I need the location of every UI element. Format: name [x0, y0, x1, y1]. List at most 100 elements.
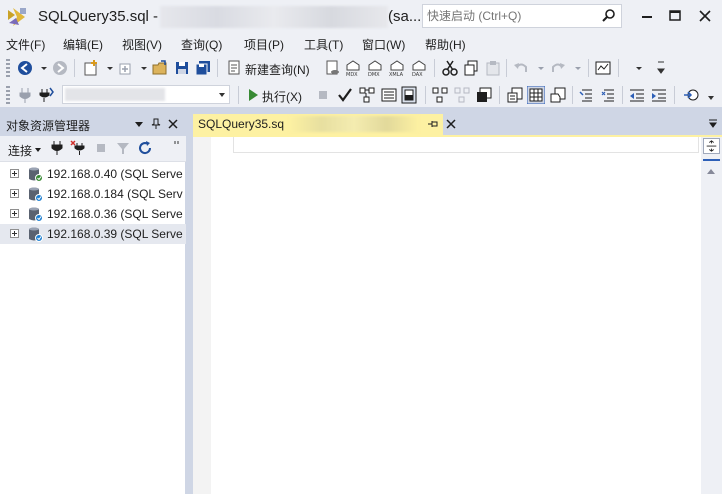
search-icon[interactable] — [601, 8, 617, 24]
menu-window[interactable]: 窗口(W) — [362, 36, 405, 53]
toolbar-grip[interactable] — [6, 59, 10, 77]
include-actual-plan-icon[interactable] — [431, 86, 449, 104]
minimize-icon[interactable] — [636, 6, 658, 26]
window-position-dropdown-icon[interactable] — [134, 119, 144, 129]
pin-tab-icon[interactable] — [427, 118, 439, 130]
dax-query-icon[interactable]: DAX — [410, 59, 428, 77]
server-node[interactable]: 192.168.0.40 (SQL Serve — [0, 164, 186, 184]
split-window-icon[interactable] — [703, 138, 720, 154]
connect-dropdown[interactable]: 连接 — [8, 142, 32, 159]
menu-file[interactable]: 文件(F) — [6, 36, 45, 53]
cut-icon[interactable] — [441, 59, 459, 77]
toolbar-grip[interactable] — [6, 86, 10, 104]
new-query-icon[interactable] — [225, 59, 243, 77]
tab-label: SQLQuery35.sq — [198, 117, 285, 131]
scroll-up-icon[interactable] — [706, 167, 716, 175]
menu-query[interactable]: 查询(Q) — [181, 36, 222, 53]
results-to-file-icon[interactable] — [549, 86, 567, 104]
menu-tools[interactable]: 工具(T) — [304, 36, 343, 53]
expand-icon[interactable] — [10, 189, 19, 198]
window-title: SQLQuery35.sql - — [38, 8, 159, 25]
object-explorer-title: 对象资源管理器 — [6, 119, 91, 133]
query-text-area[interactable] — [217, 157, 697, 487]
quick-launch-box[interactable] — [422, 4, 622, 28]
standard-toolbar: 新建查询(N) MDX DMX XMLA DAX — [0, 54, 722, 82]
toolbar-separator — [674, 86, 675, 104]
toolbar-separator — [499, 86, 500, 104]
menu-help[interactable]: 帮助(H) — [425, 36, 466, 53]
expand-icon[interactable] — [10, 169, 19, 178]
server-label: 192.168.0.40 (SQL Serve — [47, 167, 183, 181]
splitter-bar[interactable] — [703, 159, 720, 161]
dropdown-arrow-icon[interactable] — [630, 59, 648, 77]
server-node[interactable]: 192.168.0.36 (SQL Serve — [0, 204, 186, 224]
toolbar-separator — [572, 86, 573, 104]
execute-button[interactable]: 执行(X) — [262, 88, 302, 105]
pin-icon[interactable] — [150, 118, 162, 130]
execute-icon[interactable] — [244, 86, 262, 104]
refresh-icon[interactable] — [137, 140, 153, 156]
mdx-query-icon[interactable]: MDX — [344, 59, 362, 77]
specify-template-values-icon[interactable] — [682, 86, 700, 104]
server-node[interactable]: 192.168.0.184 (SQL Serv — [0, 184, 186, 204]
results-to-text-icon[interactable] — [506, 86, 524, 104]
intellisense-icon[interactable] — [400, 86, 418, 104]
dmx-query-icon[interactable]: DMX — [366, 59, 384, 77]
svg-text:MDX: MDX — [346, 72, 358, 77]
filter-icon — [117, 143, 129, 154]
decrease-indent-icon[interactable] — [628, 86, 646, 104]
database-engine-query-icon[interactable] — [323, 59, 341, 77]
display-estimated-plan-icon[interactable] — [358, 86, 376, 104]
editor-navigation-bar — [233, 137, 699, 153]
window-title-suffix: (sa... — [388, 8, 422, 25]
close-tab-icon[interactable] — [445, 118, 457, 130]
toolbar-overflow-icon[interactable] — [652, 59, 670, 77]
maximize-icon[interactable] — [664, 6, 686, 26]
forward-icon — [53, 61, 67, 75]
expand-icon[interactable] — [10, 229, 19, 238]
add-item-icon[interactable] — [116, 59, 134, 77]
toolbar-overflow-icon[interactable] — [174, 140, 180, 150]
client-statistics-icon[interactable] — [475, 86, 493, 104]
toolbar-separator — [425, 86, 426, 104]
close-panel-icon[interactable] — [167, 118, 179, 130]
menu-project[interactable]: 项目(P) — [244, 36, 284, 53]
server-label: 192.168.0.39 (SQL Serve — [47, 227, 183, 241]
comment-out-icon[interactable] — [578, 86, 596, 104]
results-to-grid-icon[interactable] — [527, 86, 545, 104]
connect-plug-icon[interactable] — [49, 140, 65, 156]
disconnect-icon[interactable] — [70, 140, 86, 156]
new-project-icon[interactable] — [82, 59, 100, 77]
back-icon[interactable] — [16, 59, 34, 77]
toolbar-separator — [74, 59, 75, 77]
uncomment-icon[interactable] — [600, 86, 618, 104]
query-options-icon[interactable] — [380, 86, 398, 104]
xmla-query-icon[interactable]: XMLA — [388, 59, 406, 77]
vertical-scrollbar[interactable] — [701, 137, 722, 494]
open-file-icon[interactable] — [151, 59, 169, 77]
cancel-query-icon — [319, 91, 327, 99]
available-databases-select[interactable] — [62, 85, 230, 104]
chevron-down-icon[interactable] — [217, 90, 227, 100]
activity-monitor-icon[interactable] — [594, 59, 612, 77]
change-connection-icon[interactable] — [37, 86, 55, 104]
parse-checkmark-icon[interactable] — [336, 86, 354, 104]
close-window-icon[interactable] — [694, 6, 716, 26]
toolbar-overflow-icon[interactable] — [703, 86, 721, 104]
chevron-down-icon[interactable] — [34, 146, 42, 154]
tab-sqlquery35[interactable]: SQLQuery35.sq — [193, 114, 456, 135]
server-node-selected[interactable]: 192.168.0.39 (SQL Serve — [0, 224, 186, 244]
expand-icon[interactable] — [10, 209, 19, 218]
menu-view[interactable]: 视图(V) — [122, 36, 162, 53]
stop-icon — [97, 144, 105, 152]
save-all-icon[interactable] — [194, 59, 212, 77]
copy-icon[interactable] — [462, 59, 480, 77]
tab-list-dropdown-icon[interactable] — [708, 118, 718, 128]
save-icon[interactable] — [173, 59, 191, 77]
new-query-button[interactable]: 新建查询(N) — [245, 61, 310, 78]
quick-launch-input[interactable] — [427, 8, 597, 24]
increase-indent-icon[interactable] — [650, 86, 668, 104]
menu-edit[interactable]: 编辑(E) — [63, 36, 103, 53]
query-editor[interactable] — [193, 137, 701, 494]
object-explorer-toolbar: 连接 — [0, 136, 186, 162]
